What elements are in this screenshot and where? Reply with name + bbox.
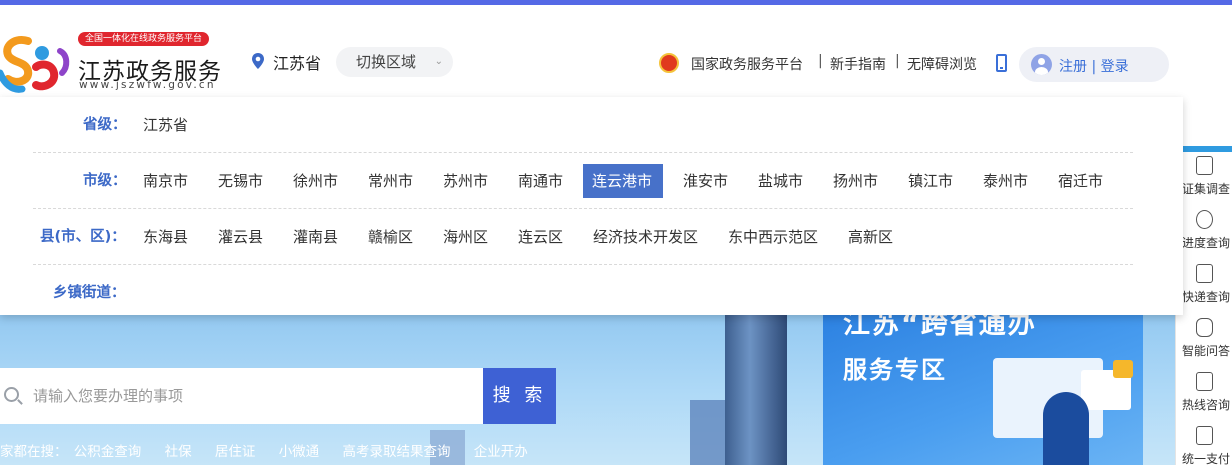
region-option[interactable]: 南通市 (509, 164, 572, 198)
region-label-town: 乡镇街道： (53, 285, 126, 301)
search-button[interactable]: 搜 索 (483, 368, 556, 424)
side-item-label: 快递查询 (1181, 290, 1230, 304)
region-option[interactable]: 高新区 (839, 220, 902, 254)
region-option[interactable]: 苏州市 (434, 164, 497, 198)
hot-search-link[interactable]: 公积金查询 (74, 444, 142, 460)
side-item-qa[interactable]: 智能问答 (1176, 318, 1232, 372)
region-option[interactable]: 南京市 (134, 164, 197, 198)
hot-search-link[interactable]: 居住证 (215, 444, 256, 460)
city-building-image (690, 400, 730, 465)
user-avatar-icon (1031, 54, 1052, 75)
search-placeholder: 请输入您要办理的事项 (33, 387, 184, 405)
region-row-province: 省级： 江苏省 (33, 97, 1133, 153)
region-option[interactable]: 灌南县 (284, 220, 347, 254)
site-header: 全国一体化在线政务服务平台 江苏政务服务 www.jszwfw.gov.cn 江… (0, 5, 1232, 97)
switch-region-button[interactable]: 切换区域 ⌄ (336, 47, 453, 77)
mobile-phone-icon[interactable] (996, 54, 1007, 72)
side-item-label: 智能问答 (1181, 344, 1230, 358)
current-location: 江苏省 (273, 54, 322, 73)
side-item-label: 证集调查 (1181, 182, 1230, 196)
logo-mark-icon[interactable] (0, 33, 72, 97)
side-item-hotline[interactable]: 热线咨询 (1176, 372, 1232, 426)
region-row-town: 乡镇街道： (33, 265, 1133, 321)
hot-search-link[interactable]: 高考录取结果查询 (342, 444, 450, 460)
region-option[interactable]: 宿迁市 (1049, 164, 1112, 198)
region-option[interactable]: 经济技术开发区 (584, 220, 707, 254)
region-option[interactable]: 镇江市 (899, 164, 962, 198)
login-register-button[interactable]: 注册 | 登录 (1019, 47, 1169, 82)
side-toolbar-accent (1176, 146, 1232, 152)
promo-subtitle: 服务专区 (843, 356, 947, 384)
cross-province-promo[interactable]: 江苏“跨省通办 服务专区 (823, 300, 1143, 465)
chevron-down-icon: ⌄ (434, 56, 443, 67)
region-option[interactable]: 东中西示范区 (719, 220, 827, 254)
side-item-label: 统一支付 (1181, 452, 1230, 465)
hot-search-row: 家都在搜： 公积金查询 社保 居住证 小微通 高考录取结果查询 企业开办 (0, 440, 547, 460)
progress-search-icon (1196, 210, 1213, 229)
delivery-truck-icon (1196, 264, 1213, 283)
region-option[interactable]: 赣榆区 (359, 220, 422, 254)
region-label-county: 县(市、区)： (40, 229, 126, 245)
region-option[interactable]: 常州市 (359, 164, 422, 198)
promo-person-illustration (1043, 392, 1089, 465)
region-option[interactable]: 盐城市 (749, 164, 812, 198)
region-label-city: 市级： (83, 173, 127, 189)
region-dropdown-panel: 省级： 江苏省 市级： 南京市 无锡市 徐州市 常州市 苏州市 南通市 连云港市… (0, 97, 1183, 315)
region-label-province: 省级： (83, 117, 127, 133)
accessible-browsing-link[interactable]: 无障碍浏览 (907, 54, 977, 74)
location-pin-icon (252, 53, 264, 69)
site-url: www.jszwfw.gov.cn (79, 79, 216, 91)
clipboard-icon (1196, 156, 1213, 175)
hot-search-prefix: 家都在搜： (0, 444, 68, 460)
region-option-selected[interactable]: 连云港市 (583, 164, 663, 198)
login-register-label: 注册 | 登录 (1059, 59, 1129, 75)
beginner-guide-link[interactable]: 新手指南 (830, 54, 886, 74)
national-emblem-icon (659, 53, 679, 73)
region-option[interactable]: 扬州市 (824, 164, 887, 198)
hero-banner: 请输入您要办理的事项 搜 索 家都在搜： 公积金查询 社保 居住证 小微通 高考… (0, 300, 1175, 465)
region-option[interactable]: 海州区 (434, 220, 497, 254)
robot-icon (1196, 318, 1213, 337)
wallet-icon (1196, 426, 1213, 445)
switch-region-label: 切换区域 (356, 53, 417, 71)
region-option[interactable]: 徐州市 (284, 164, 347, 198)
region-option[interactable]: 连云区 (509, 220, 572, 254)
search-input[interactable]: 请输入您要办理的事项 (0, 368, 483, 424)
platform-badge: 全国一体化在线政务服务平台 (78, 32, 210, 46)
side-item-express[interactable]: 快递查询 (1176, 264, 1232, 318)
city-tower-image (725, 300, 787, 465)
hotline-chat-icon (1196, 372, 1213, 391)
side-item-progress[interactable]: 进度查询 (1176, 210, 1232, 264)
search-icon (4, 387, 19, 402)
nav-divider: | (818, 53, 823, 69)
region-option[interactable]: 淮安市 (674, 164, 737, 198)
side-item-label: 进度查询 (1181, 236, 1230, 250)
region-row-county: 县(市、区)： 东海县 灌云县 灌南县 赣榆区 海州区 连云区 经济技术开发区 … (33, 209, 1133, 265)
hot-search-link[interactable]: 企业开办 (474, 444, 528, 460)
side-toolbar: 证集调查 进度查询 快递查询 智能问答 热线咨询 统一支付 (1175, 146, 1232, 465)
side-item-survey[interactable]: 证集调查 (1176, 156, 1232, 210)
nav-divider: | (895, 53, 900, 69)
national-platform-link[interactable]: 国家政务服务平台 (691, 54, 803, 74)
side-item-label: 热线咨询 (1181, 398, 1230, 412)
region-option[interactable]: 东海县 (134, 220, 197, 254)
region-option[interactable]: 无锡市 (209, 164, 272, 198)
region-option[interactable]: 泰州市 (974, 164, 1037, 198)
side-item-payment[interactable]: 统一支付 (1176, 426, 1232, 465)
region-option[interactable]: 灌云县 (209, 220, 272, 254)
hot-search-link[interactable]: 社保 (165, 444, 192, 460)
promo-gear-icon (1113, 360, 1133, 378)
region-row-city: 市级： 南京市 无锡市 徐州市 常州市 苏州市 南通市 连云港市 淮安市 盐城市… (33, 153, 1133, 209)
region-option[interactable]: 江苏省 (134, 108, 197, 142)
hot-search-link[interactable]: 小微通 (279, 444, 320, 460)
